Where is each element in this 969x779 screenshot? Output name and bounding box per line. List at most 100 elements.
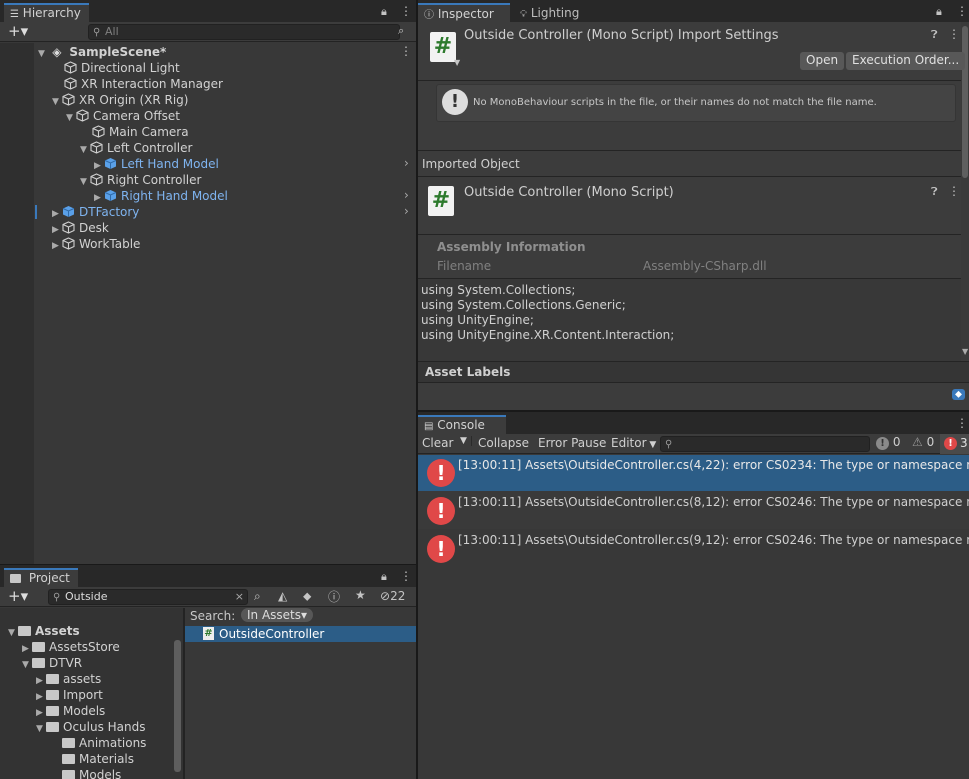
scene-row[interactable]: ▼ ◈ SampleScene* (38, 44, 166, 60)
lock-icon[interactable]: 🔒︎ (381, 570, 387, 584)
scroll-down-icon[interactable]: ▼ (962, 347, 968, 356)
open-button[interactable]: Open (800, 52, 845, 70)
tree-item[interactable]: ▶ AssetsStore (22, 639, 120, 655)
settings-menu-icon[interactable]: ⋮ (948, 27, 960, 41)
help-icon[interactable]: ❓︎ (931, 185, 938, 199)
error-filter-toggle[interactable]: ! 3 (940, 434, 969, 454)
expand-arrow-icon[interactable]: ▼ (66, 110, 76, 126)
help-icon[interactable]: ❓︎ (931, 28, 938, 42)
more-menu-icon[interactable]: ⋮ (400, 569, 412, 583)
hierarchy-item[interactable]: ▼ Camera Offset (66, 108, 180, 124)
hierarchy-item[interactable]: XR Interaction Manager (64, 76, 223, 92)
console-entry[interactable]: ! [13:00:11] Assets\OutsideController.cs… (418, 529, 969, 567)
folder-icon (10, 574, 21, 583)
tab-project[interactable]: Project (4, 568, 78, 587)
console-search-input[interactable]: ⚲ (660, 436, 870, 452)
tag-icon[interactable]: ⬥ (952, 389, 965, 400)
tree-scrollbar[interactable] (174, 640, 181, 772)
expand-arrow-icon[interactable]: ▶ (52, 238, 62, 254)
scene-menu-icon[interactable]: ⋮ (400, 44, 412, 58)
console-panel: Clear ▼ Collapse Error Pause Editor ▼ ⚲ … (418, 434, 969, 779)
console-entry-selected[interactable]: ! [13:00:11] Assets\OutsideController.cs… (418, 455, 969, 491)
error-count: 3 (960, 436, 968, 450)
chevron-right-icon[interactable]: › (404, 188, 409, 202)
dropdown-arrow-icon[interactable]: ▼ (454, 58, 460, 67)
tree-item[interactable]: Animations (62, 735, 146, 751)
add-button[interactable]: +▾ (8, 22, 28, 40)
filter-type-icon[interactable]: ◭ (278, 589, 287, 603)
tab-hierarchy[interactable]: ☰ Hierarchy (4, 3, 89, 22)
lock-icon[interactable]: 🔒︎ (936, 5, 942, 19)
editor-dropdown[interactable]: Editor ▼ (611, 436, 656, 450)
tree-item[interactable]: ▶ Models (36, 703, 105, 719)
search-icon: ⚲ (665, 439, 673, 450)
clear-button[interactable]: Clear (422, 436, 453, 450)
hierarchy-item[interactable]: ▼ Right Controller (80, 172, 201, 188)
collapse-button[interactable]: Collapse (478, 436, 529, 450)
hierarchy-item[interactable]: ▼ XR Origin (XR Rig) (52, 92, 188, 108)
more-menu-icon[interactable]: ⋮ (400, 4, 412, 18)
tab-console-label: Console (437, 418, 485, 432)
label-icon[interactable]: ⬥ (303, 589, 311, 604)
chevron-right-icon[interactable]: › (404, 204, 409, 218)
execution-order-button[interactable]: Execution Order... (846, 52, 966, 70)
tab-console[interactable]: ▤ Console (418, 415, 506, 434)
hierarchy-item[interactable]: ▶ Desk (52, 220, 109, 236)
hierarchy-item[interactable]: Main Camera (92, 124, 189, 140)
project-search-input[interactable]: ⚲ Outside × (48, 589, 248, 605)
inspector-scrollbar[interactable] (961, 22, 969, 360)
code-preview[interactable]: using System.Collections; using System.C… (418, 279, 961, 361)
tree-item[interactable]: ▶ Import (36, 687, 103, 703)
csharp-script-icon: # (203, 627, 214, 640)
result-row-selected[interactable]: # OutsideController (185, 626, 416, 642)
tree-label: Assets (35, 624, 80, 638)
tree-item[interactable]: ▼ DTVR (22, 655, 82, 671)
folder-icon (62, 770, 75, 779)
scrollbar-thumb[interactable] (962, 26, 968, 178)
inspector-tabbar: ⓘ Inspector 💡︎ Lighting 🔒︎ ⋮ (418, 0, 969, 22)
more-menu-icon[interactable]: ⋮ (956, 416, 968, 430)
clear-search-icon[interactable]: × (235, 590, 244, 604)
clear-options-dropdown[interactable]: ▼ (460, 436, 472, 446)
hierarchy-item[interactable]: ▼ Left Controller (80, 140, 192, 156)
expand-arrow-icon[interactable]: ▼ (38, 46, 48, 62)
gameobject-icon (76, 109, 89, 122)
tree-item-assets[interactable]: ▼ Assets (8, 623, 80, 639)
hierarchy-item[interactable]: Directional Light (64, 60, 180, 76)
expand-arrow-icon[interactable]: ▼ (52, 94, 62, 110)
hierarchy-item-prefab[interactable]: ▶ Left Hand Model (94, 156, 219, 172)
settings-menu-icon[interactable]: ⋮ (948, 184, 960, 198)
tree-item[interactable]: Models (62, 767, 121, 779)
expand-arrow-icon[interactable]: ▼ (80, 174, 90, 190)
hierarchy-search-input[interactable]: ⚲ All (88, 24, 400, 40)
chevron-right-icon[interactable]: › (404, 156, 409, 170)
error-pause-button[interactable]: Error Pause (538, 436, 606, 450)
info-filter-toggle[interactable]: ! 0 (876, 435, 900, 450)
scene-search-icon[interactable]: ⌕ (398, 24, 404, 38)
search-by-type-icon[interactable]: ⌕ (254, 589, 261, 604)
hierarchy-item-prefab[interactable]: ▶ Right Hand Model (94, 188, 228, 204)
search-scope-pill[interactable]: In Assets▾ (241, 608, 314, 622)
tree-item[interactable]: ▶ assets (36, 671, 101, 687)
hierarchy-item[interactable]: ▶ WorkTable (52, 236, 140, 252)
item-label: XR Origin (XR Rig) (79, 93, 189, 107)
log-icon[interactable]: ⓘ (328, 588, 340, 605)
tree-item[interactable]: ▼ Oculus Hands (36, 719, 146, 735)
tree-item[interactable]: Materials (62, 751, 134, 767)
error-icon: ! (427, 535, 455, 563)
warning-filter-toggle[interactable]: ⚠ 0 (912, 435, 934, 449)
tree-label: Models (63, 704, 106, 718)
lock-icon[interactable]: 🔒︎ (381, 5, 387, 19)
hierarchy-item-prefab[interactable]: ▶ DTFactory (52, 204, 139, 220)
hidden-packages-icon[interactable]: ⊘22 (380, 589, 405, 603)
tab-inspector[interactable]: ⓘ Inspector (418, 3, 510, 22)
more-menu-icon[interactable]: ⋮ (956, 4, 968, 18)
favorite-star-icon[interactable]: ★ (355, 588, 366, 602)
expand-arrow-icon[interactable]: ▼ (80, 142, 90, 158)
tab-lighting[interactable]: 💡︎ Lighting (514, 3, 587, 22)
add-button[interactable]: +▾ (8, 587, 28, 605)
item-label: Directional Light (81, 61, 180, 75)
prefab-icon (104, 189, 117, 202)
console-entry[interactable]: ! [13:00:11] Assets\OutsideController.cs… (418, 491, 969, 529)
tree-label: DTVR (49, 656, 83, 670)
